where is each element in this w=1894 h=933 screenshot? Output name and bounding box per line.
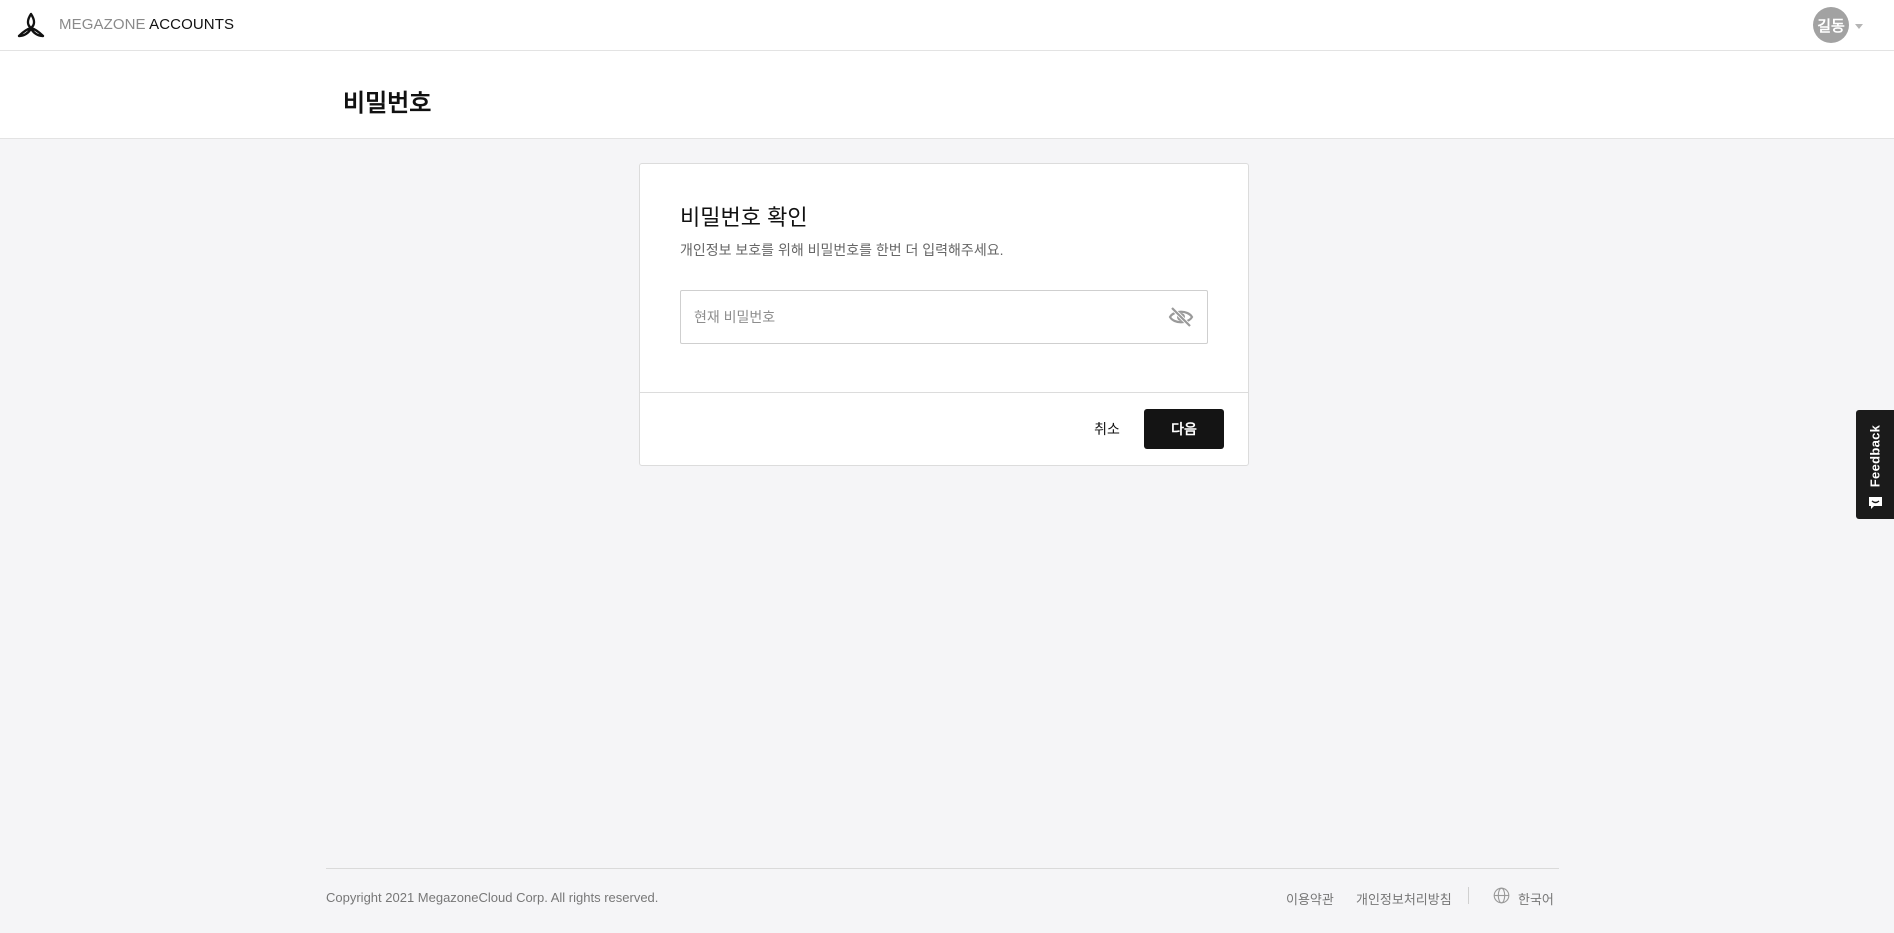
terms-link[interactable]: 이용약관 xyxy=(1286,889,1334,908)
brand-name[interactable]: MEGAZONE ACCOUNTS xyxy=(59,16,234,33)
card-description: 개인정보 보호를 위해 비밀번호를 한번 더 입력해주세요. xyxy=(680,242,1004,258)
password-field xyxy=(680,290,1208,344)
card-footer: 취소 다음 xyxy=(640,392,1248,465)
chat-icon xyxy=(1869,497,1882,509)
page-header: 비밀번호 xyxy=(0,51,1894,139)
brand-name-dark: ACCOUNTS xyxy=(149,16,235,33)
privacy-policy-link[interactable]: 개인정보처리방침 xyxy=(1356,889,1452,908)
globe-icon[interactable] xyxy=(1493,887,1510,904)
language-selector[interactable]: 한국어 xyxy=(1518,889,1554,908)
card-title: 비밀번호 확인 xyxy=(680,205,808,230)
feedback-label: Feedback xyxy=(1867,424,1883,488)
user-avatar[interactable]: 길동 xyxy=(1813,7,1849,43)
footer-separator xyxy=(1468,887,1469,904)
password-confirm-card: 비밀번호 확인 개인정보 보호를 위해 비밀번호를 한번 더 입력해주세요. 취… xyxy=(639,163,1249,466)
megazone-logo-icon[interactable] xyxy=(16,11,46,39)
brand-name-light: MEGAZONE xyxy=(59,16,146,33)
feedback-tab[interactable]: Feedback xyxy=(1856,410,1894,519)
top-navigation-bar: MEGAZONE ACCOUNTS 길동 xyxy=(0,0,1894,51)
chevron-down-icon[interactable] xyxy=(1855,24,1863,29)
page-title: 비밀번호 xyxy=(343,90,432,117)
next-button[interactable]: 다음 xyxy=(1144,409,1224,449)
cancel-button[interactable]: 취소 xyxy=(1072,409,1142,449)
copyright-text: Copyright 2021 MegazoneCloud Corp. All r… xyxy=(326,890,659,905)
current-password-input[interactable] xyxy=(681,291,1151,343)
footer-divider xyxy=(326,868,1559,869)
eye-off-icon[interactable] xyxy=(1168,305,1194,329)
